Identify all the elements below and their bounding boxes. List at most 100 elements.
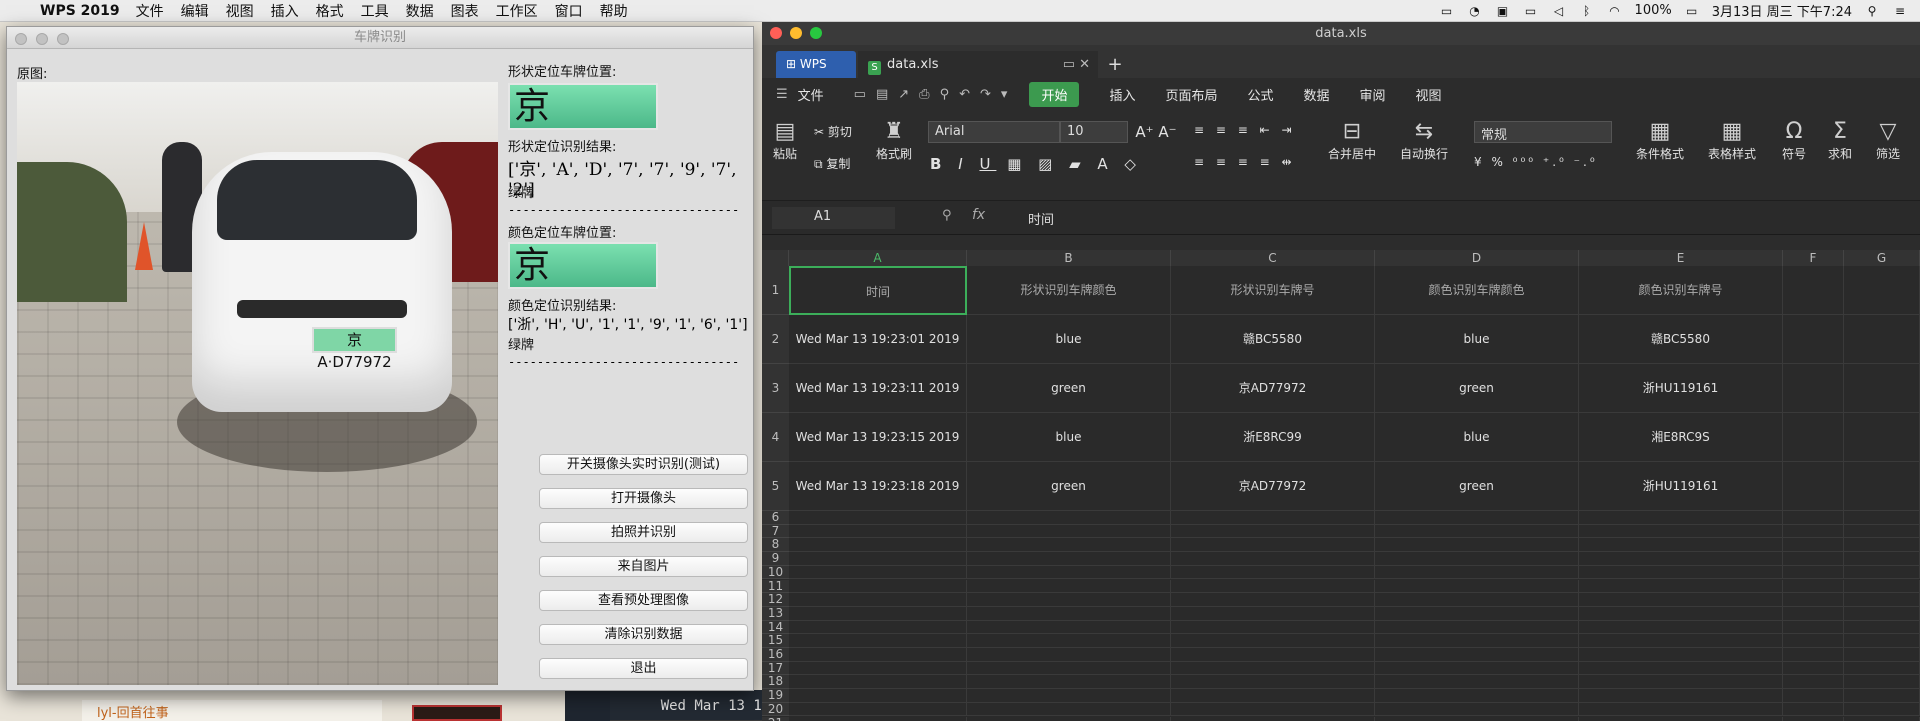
formula-input[interactable]: 时间 (1028, 209, 1054, 228)
airplay-icon[interactable]: ▭ (1439, 4, 1455, 18)
cell-F4[interactable] (1783, 413, 1844, 462)
cell-A21[interactable] (789, 716, 967, 721)
cell-A15[interactable] (789, 634, 967, 648)
cell-D16[interactable] (1375, 648, 1579, 662)
cell-E2[interactable]: 赣BC5580 (1579, 315, 1783, 364)
row-header-7[interactable]: 7 (762, 524, 789, 539)
cell-D5[interactable]: green (1375, 462, 1579, 511)
menu-data[interactable]: 数据 (406, 1, 434, 21)
row-header-16[interactable]: 16 (762, 647, 789, 662)
window-titlebar[interactable]: 车牌识别 (7, 27, 753, 49)
cell-F13[interactable] (1783, 606, 1844, 621)
cell-D6[interactable] (1375, 511, 1579, 525)
cell-G13[interactable] (1844, 606, 1920, 621)
paste-button[interactable]: ▤ 粘贴 (768, 119, 802, 162)
filter-button[interactable]: ▽ 筛选 (1866, 119, 1910, 162)
cell-D19[interactable] (1375, 689, 1579, 703)
cell-E4[interactable]: 湘E8RC9S (1579, 413, 1783, 462)
row-header-5[interactable]: 5 (762, 462, 789, 511)
cell-A11[interactable] (789, 579, 967, 594)
view-preprocess-button[interactable]: 查看预处理图像 (539, 590, 748, 611)
column-header-B[interactable]: B (967, 250, 1171, 266)
cell-E16[interactable] (1579, 648, 1783, 662)
cell-E10[interactable] (1579, 565, 1783, 580)
cell-G20[interactable] (1844, 702, 1920, 717)
align-top-buttons[interactable]: ≡ ≡ ≡ ⇤ ⇥ (1194, 123, 1304, 137)
cell-G21[interactable] (1844, 716, 1920, 721)
cell-F16[interactable] (1783, 648, 1844, 662)
font-family-select[interactable]: Arial (928, 121, 1060, 143)
cell-E15[interactable] (1579, 634, 1783, 648)
cell-E3[interactable]: 浙HU119161 (1579, 364, 1783, 413)
new-tab-button[interactable]: + (1100, 51, 1130, 78)
format-painter-button[interactable]: ♜ 格式刷 (872, 119, 916, 162)
cell-F2[interactable] (1783, 315, 1844, 364)
cell-G16[interactable] (1844, 648, 1920, 662)
cell-B17[interactable] (967, 661, 1171, 676)
cell-G15[interactable] (1844, 634, 1920, 648)
cell-E7[interactable] (1579, 524, 1783, 539)
row-header-6[interactable]: 6 (762, 510, 789, 525)
cell-C9[interactable] (1171, 552, 1375, 566)
cell-C4[interactable]: 浙E8RC99 (1171, 413, 1375, 462)
font-style-buttons[interactable]: B I U ▦ ▨ ▰ A ◇ (930, 155, 1180, 173)
cell-F7[interactable] (1783, 524, 1844, 539)
font-size-select[interactable]: 10 (1060, 121, 1128, 143)
exit-button[interactable]: 退出 (539, 658, 748, 679)
cell-C17[interactable] (1171, 661, 1375, 676)
search-icon[interactable]: ⚲ (1864, 4, 1880, 18)
cell-C7[interactable] (1171, 524, 1375, 539)
tab-page-layout[interactable]: 页面布局 (1165, 85, 1217, 104)
minimize-button[interactable] (790, 27, 802, 39)
sum-button[interactable]: Σ 求和 (1820, 119, 1860, 162)
cell-D20[interactable] (1375, 702, 1579, 717)
cell-F5[interactable] (1783, 462, 1844, 511)
row-header-4[interactable]: 4 (762, 413, 789, 462)
cell-F8[interactable] (1783, 538, 1844, 553)
cell-E9[interactable] (1579, 552, 1783, 566)
cell-F18[interactable] (1783, 675, 1844, 690)
column-header-G[interactable]: G (1844, 250, 1920, 266)
cell-A4[interactable]: Wed Mar 13 19:23:15 2019 (789, 413, 967, 462)
cell-D7[interactable] (1375, 524, 1579, 539)
cell-F10[interactable] (1783, 565, 1844, 580)
cell-D8[interactable] (1375, 538, 1579, 553)
cell-C1[interactable]: 形状识别车牌号 (1171, 266, 1375, 315)
cell-B4[interactable]: blue (967, 413, 1171, 462)
close-button[interactable] (15, 33, 27, 45)
cell-D14[interactable] (1375, 620, 1579, 635)
cell-F3[interactable] (1783, 364, 1844, 413)
menu-help[interactable]: 帮助 (600, 1, 628, 21)
cell-B15[interactable] (967, 634, 1171, 648)
cell-A9[interactable] (789, 552, 967, 566)
cell-G3[interactable] (1844, 364, 1920, 413)
cell-reference-box[interactable]: A1 (772, 207, 895, 229)
cell-B6[interactable] (967, 511, 1171, 525)
cell-B14[interactable] (967, 620, 1171, 635)
open-icon[interactable]: ▭ (854, 87, 866, 102)
tab-view[interactable]: 视图 (1416, 85, 1442, 104)
row-header-8[interactable]: 8 (762, 538, 789, 553)
cell-C10[interactable] (1171, 565, 1375, 580)
notification-icon[interactable]: ◔ (1467, 4, 1483, 18)
cell-G10[interactable] (1844, 565, 1920, 580)
cell-B3[interactable]: green (967, 364, 1171, 413)
close-button[interactable] (770, 27, 782, 39)
cell-B11[interactable] (967, 579, 1171, 594)
table-style-button[interactable]: ▦ 表格样式 (1700, 119, 1764, 162)
cell-D2[interactable]: blue (1375, 315, 1579, 364)
menu-file[interactable]: 文件 (798, 85, 824, 104)
column-header-C[interactable]: C (1171, 250, 1375, 266)
undo-icon[interactable]: ↶ (959, 87, 970, 102)
cell-C16[interactable] (1171, 648, 1375, 662)
cell-A18[interactable] (789, 675, 967, 690)
capture-recognize-button[interactable]: 拍照并识别 (539, 522, 748, 543)
cell-E8[interactable] (1579, 538, 1783, 553)
cell-A6[interactable] (789, 511, 967, 525)
cell-E12[interactable] (1579, 593, 1783, 607)
fx-icon[interactable]: fx (972, 207, 985, 223)
clear-data-button[interactable]: 清除识别数据 (539, 624, 748, 645)
cell-F19[interactable] (1783, 689, 1844, 703)
cell-E13[interactable] (1579, 606, 1783, 621)
symbol-button[interactable]: Ω 符号 (1774, 119, 1814, 162)
